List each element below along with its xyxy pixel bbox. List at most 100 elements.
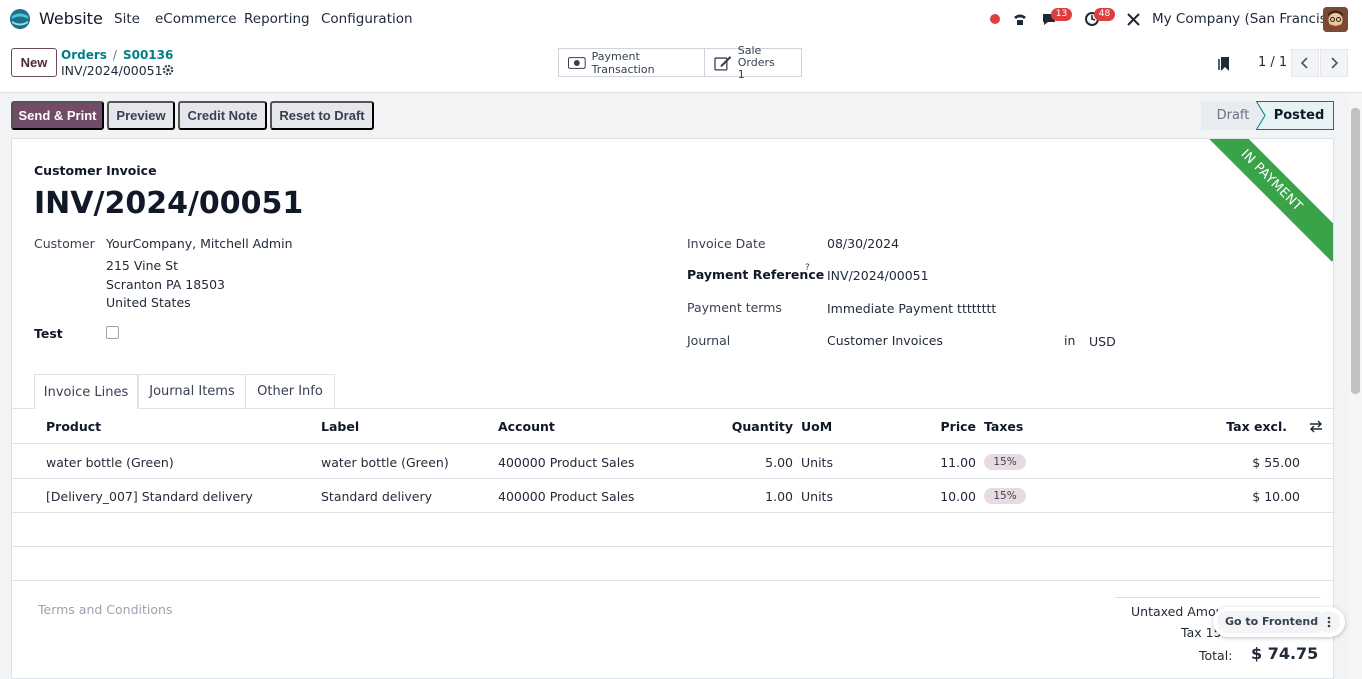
phone-icon[interactable] [1011, 10, 1029, 28]
vertical-dots-icon [1327, 616, 1331, 628]
payment-transaction-label: Payment Transaction [591, 49, 655, 76]
new-button[interactable]: New [11, 48, 57, 77]
breadcrumb: Orders / S00136 [61, 48, 174, 62]
company-switcher[interactable]: My Company (San Francisco) [1152, 11, 1348, 27]
col-quantity[interactable]: Quantity [693, 419, 793, 434]
sale-orders-stat: Sale Orders 1 [738, 44, 801, 81]
test-checkbox[interactable] [106, 326, 119, 339]
more-options-button[interactable] [1318, 611, 1340, 633]
header-divider [12, 443, 1333, 444]
row1-uom[interactable]: Units [801, 455, 833, 470]
row1-tax-badge[interactable]: 15% [984, 454, 1026, 470]
row2-quantity[interactable]: 1.00 [693, 489, 793, 504]
tab-other-info[interactable]: Other Info [245, 374, 335, 408]
customer-label: Customer [34, 236, 95, 251]
tools-icon[interactable] [1124, 10, 1142, 28]
invoice-date-label: Invoice Date [687, 236, 766, 251]
invoice-form-sheet: IN PAYMENT Customer Invoice INV/2024/000… [11, 138, 1334, 679]
preview-button[interactable]: Preview [107, 101, 175, 130]
total-value: $ 74.75 [1251, 644, 1319, 663]
row2-account[interactable]: 400000 Product Sales [498, 489, 634, 504]
activities-badge: 48 [1094, 8, 1115, 21]
row1-subtotal: $ 55.00 [1252, 455, 1300, 470]
payment-terms-field[interactable]: Immediate Payment tttttttt [827, 301, 996, 316]
invoice-type-label: Customer Invoice [34, 163, 157, 178]
payment-reference-label: Payment Reference [687, 267, 825, 282]
pager-next-button[interactable] [1320, 49, 1348, 77]
col-account[interactable]: Account [498, 419, 555, 434]
row1-account[interactable]: 400000 Product Sales [498, 455, 634, 470]
chevron-right-icon [1331, 57, 1338, 69]
col-uom[interactable]: UoM [801, 419, 832, 434]
payment-reference-field[interactable]: INV/2024/00051 [827, 268, 929, 283]
payment-reference-help[interactable]: ? [805, 263, 810, 273]
row-divider [12, 546, 1333, 547]
row2-subtotal: $ 10.00 [1252, 489, 1300, 504]
money-icon [568, 56, 586, 69]
address-city: Scranton PA 18503 [106, 277, 226, 292]
gear-icon[interactable] [162, 64, 174, 76]
menu-reporting[interactable]: Reporting [244, 11, 310, 27]
terms-and-conditions-field[interactable]: Terms and Conditions [38, 602, 172, 617]
row1-label[interactable]: water bottle (Green) [321, 455, 449, 470]
col-tax-excl[interactable]: Tax excl. [1187, 419, 1287, 434]
breadcrumb-orders[interactable]: Orders [61, 48, 107, 62]
row2-label[interactable]: Standard delivery [321, 489, 432, 504]
optional-columns-icon[interactable] [1309, 420, 1323, 433]
menu-site[interactable]: Site [114, 11, 140, 27]
row1-quantity[interactable]: 5.00 [693, 455, 793, 470]
journal-in-text: in [1064, 333, 1076, 348]
record-name: INV/2024/00051 [61, 63, 163, 78]
test-label: Test [34, 326, 63, 341]
pager-value[interactable]: 1 / 1 [1258, 55, 1287, 70]
menu-configuration[interactable]: Configuration [321, 11, 413, 27]
sale-orders-button[interactable]: Sale Orders 1 [704, 44, 802, 80]
row-divider [12, 512, 1333, 513]
credit-note-button[interactable]: Credit Note [178, 101, 267, 130]
invoice-number: INV/2024/00051 [34, 186, 304, 221]
col-price[interactable]: Price [876, 419, 977, 434]
row1-product[interactable]: water bottle (Green) [46, 455, 174, 470]
totals-divider [1115, 597, 1321, 598]
menu-ecommerce[interactable]: eCommerce [155, 11, 237, 27]
control-panel: New Orders / S00136 INV/2024/00051 Payment… [0, 38, 1362, 93]
total-label: Total: [1199, 648, 1233, 663]
row2-price[interactable]: 10.00 [876, 489, 976, 504]
row2-tax-badge[interactable]: 15% [984, 488, 1026, 504]
top-navbar: Website Site eCommerce Reporting Configu… [0, 0, 1362, 38]
record-dot-icon[interactable] [986, 10, 1004, 28]
invoice-date-field[interactable]: 08/30/2024 [827, 236, 899, 251]
customer-link[interactable]: YourCompany, Mitchell Admin [106, 236, 293, 251]
website-app-icon[interactable] [9, 8, 31, 30]
status-posted[interactable]: Posted [1266, 101, 1332, 130]
tab-invoice-lines[interactable]: Invoice Lines [34, 374, 138, 409]
journal-field[interactable]: Customer Invoices [827, 333, 943, 348]
col-label[interactable]: Label [321, 419, 359, 434]
address-country: United States [106, 295, 191, 310]
go-to-frontend-button[interactable]: Go to Frontend [1217, 611, 1327, 633]
row1-price[interactable]: 11.00 [876, 455, 976, 470]
row-divider [12, 478, 1333, 479]
payment-terms-label: Payment terms [687, 300, 782, 315]
user-avatar[interactable] [1323, 7, 1348, 32]
pager-previous-button[interactable] [1291, 49, 1319, 77]
edit-icon [714, 55, 732, 71]
row-divider [12, 580, 1333, 581]
tab-divider [12, 408, 1333, 409]
tab-journal-items[interactable]: Journal Items [138, 374, 246, 408]
app-name[interactable]: Website [39, 9, 103, 28]
breadcrumb-sale-order[interactable]: S00136 [123, 48, 173, 62]
in-payment-ribbon: IN PAYMENT [1190, 139, 1333, 262]
currency-field[interactable]: USD [1089, 334, 1116, 349]
payment-transaction-button[interactable]: Payment Transaction [558, 48, 705, 77]
untaxed-amount-label: Untaxed Amou [1131, 604, 1224, 619]
row2-uom[interactable]: Units [801, 489, 833, 504]
row2-product[interactable]: [Delivery_007] Standard delivery [46, 489, 253, 504]
scrollbar-thumb[interactable] [1351, 108, 1360, 394]
col-taxes[interactable]: Taxes [984, 419, 1023, 434]
messages-badge: 13 [1051, 8, 1072, 21]
send-print-button[interactable]: Send & Print [11, 101, 104, 130]
col-product[interactable]: Product [46, 419, 101, 434]
bookmark-icon[interactable] [1218, 56, 1232, 72]
reset-to-draft-button[interactable]: Reset to Draft [270, 101, 374, 130]
